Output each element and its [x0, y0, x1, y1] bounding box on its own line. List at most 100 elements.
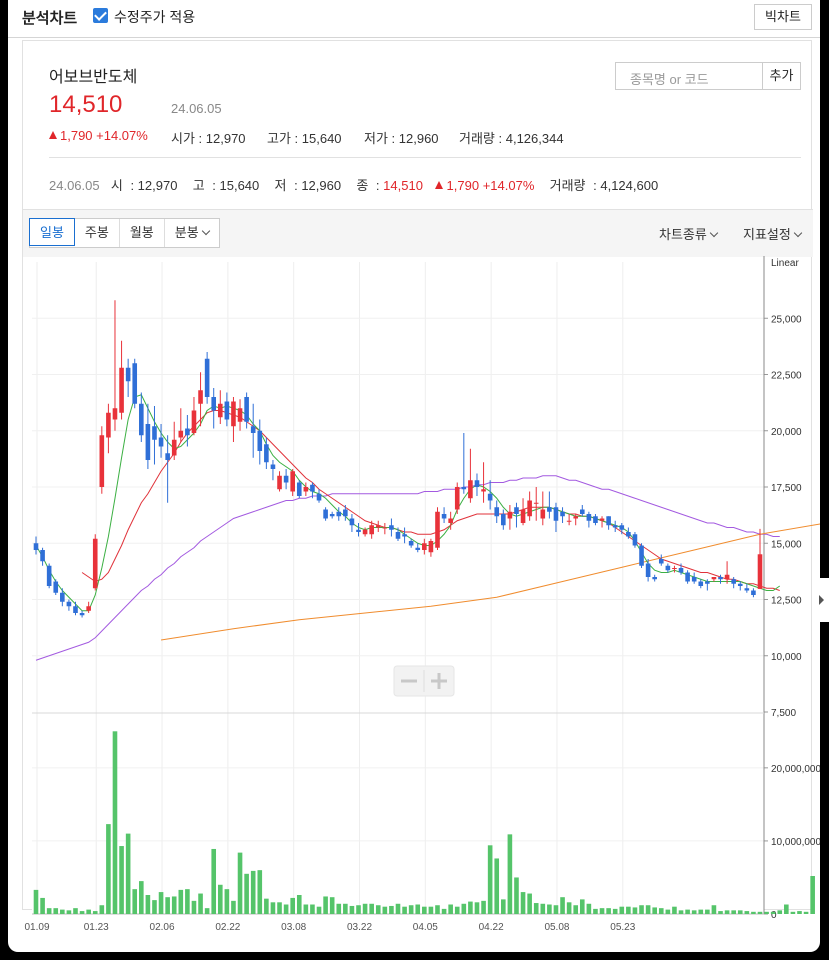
volume-bar: [125, 833, 131, 914]
scale-label: Linear: [771, 258, 799, 269]
x-tick-label: 05.08: [544, 922, 569, 933]
volume-bar: [191, 900, 197, 914]
candle-body: [579, 509, 585, 514]
candle-body: [744, 588, 750, 591]
volume-bar: [751, 911, 756, 914]
volume-bar: [132, 889, 138, 914]
candle-body: [53, 581, 59, 593]
x-tick-label: 02.06: [150, 922, 175, 933]
candle-body: [106, 412, 111, 438]
candle: [639, 543, 644, 568]
volume-bar: [79, 911, 85, 914]
volume-bar: [533, 903, 539, 914]
chart-window: 분석차트 수정주가 적용 빅차트 어보브반도체 14,510 24.06.05 …: [8, 0, 820, 952]
candle-body: [60, 592, 65, 602]
volume-bar: [343, 903, 348, 914]
volume-bar: [593, 908, 598, 914]
volume-bar: [231, 900, 236, 914]
candle-body: [718, 577, 723, 580]
candle-body: [691, 577, 697, 582]
volume-bar: [705, 909, 710, 914]
candle-body: [158, 437, 164, 447]
candle-body: [441, 514, 447, 519]
candle-body: [336, 511, 342, 517]
volume-bar: [810, 876, 815, 914]
volume-bar: [362, 903, 368, 914]
zoom-controls: [393, 665, 455, 697]
volume-bar: [336, 903, 342, 914]
volume-bar: [224, 889, 230, 914]
volume-bar: [487, 845, 493, 914]
candle-body: [264, 444, 269, 463]
side-scroll-handle[interactable]: [814, 578, 829, 622]
volume-bar: [507, 834, 513, 914]
candle-body: [724, 574, 730, 580]
volume-bar: [494, 858, 500, 914]
candle: [296, 480, 302, 499]
candle-body: [204, 358, 210, 397]
volume-bar: [329, 897, 335, 914]
candle-body: [612, 525, 618, 528]
volume-bar: [382, 906, 388, 914]
candle-body: [152, 426, 157, 440]
volume-bar: [66, 910, 72, 914]
volume-bar: [724, 910, 730, 914]
candle-body: [645, 563, 651, 577]
volume-bar: [402, 906, 407, 914]
candle-body: [547, 507, 552, 512]
volume-bar: [428, 906, 434, 914]
volume-bar: [395, 903, 401, 914]
candle-body: [329, 514, 335, 517]
candle: [53, 579, 59, 595]
volume-bar: [632, 907, 638, 914]
x-tick-label: 04.05: [413, 922, 438, 933]
volume-bar: [501, 899, 506, 914]
candle-body: [257, 430, 263, 451]
candle-body: [665, 565, 671, 571]
volume-bar: [665, 909, 671, 914]
volume-bar: [520, 892, 526, 914]
candle-body: [343, 509, 348, 517]
candle-body: [145, 424, 151, 460]
candle-body: [46, 565, 52, 586]
candle-body: [178, 430, 184, 438]
volume-bar: [461, 903, 467, 914]
candle-body: [139, 403, 144, 436]
candle-body: [132, 363, 138, 404]
candle: [92, 534, 98, 591]
candle-body: [224, 401, 230, 420]
candle-body: [487, 493, 493, 501]
candle-body: [125, 367, 131, 382]
volume-bar: [790, 911, 796, 914]
candle-body: [514, 507, 519, 514]
candle-body: [560, 511, 565, 517]
volume-bar: [119, 846, 124, 914]
candle-body: [99, 435, 105, 487]
volume-bar: [356, 905, 361, 914]
volume-bar: [415, 904, 421, 914]
candle-body: [112, 408, 118, 420]
candle-body: [573, 516, 579, 519]
x-tick-label: 02.22: [215, 922, 240, 933]
volume-bar: [573, 905, 579, 914]
volume-bar: [389, 905, 394, 914]
candle-body: [507, 511, 513, 519]
candle-body: [685, 572, 690, 582]
stock-chart[interactable]: 01.09 01.23 02.06 02.22 03.08 03.22 04.05 04.22…: [8, 0, 820, 952]
volume-bar: [652, 907, 657, 914]
volume-bar: [698, 909, 704, 914]
volume-bar: [553, 905, 559, 914]
candle-body: [553, 507, 559, 521]
price-tick-label: 22,500: [771, 371, 802, 382]
volume-bar: [178, 889, 184, 914]
candle-body: [92, 538, 98, 589]
volume-bar: [316, 906, 322, 914]
candle-body: [705, 581, 710, 584]
candle-body: [191, 410, 197, 433]
price-tick-label: 12,500: [771, 596, 802, 607]
candle-body: [711, 577, 717, 580]
candle-body: [599, 518, 605, 521]
volume-bar: [106, 824, 111, 914]
candle-body: [428, 541, 434, 553]
price-tick-label: 10,000: [771, 652, 802, 663]
